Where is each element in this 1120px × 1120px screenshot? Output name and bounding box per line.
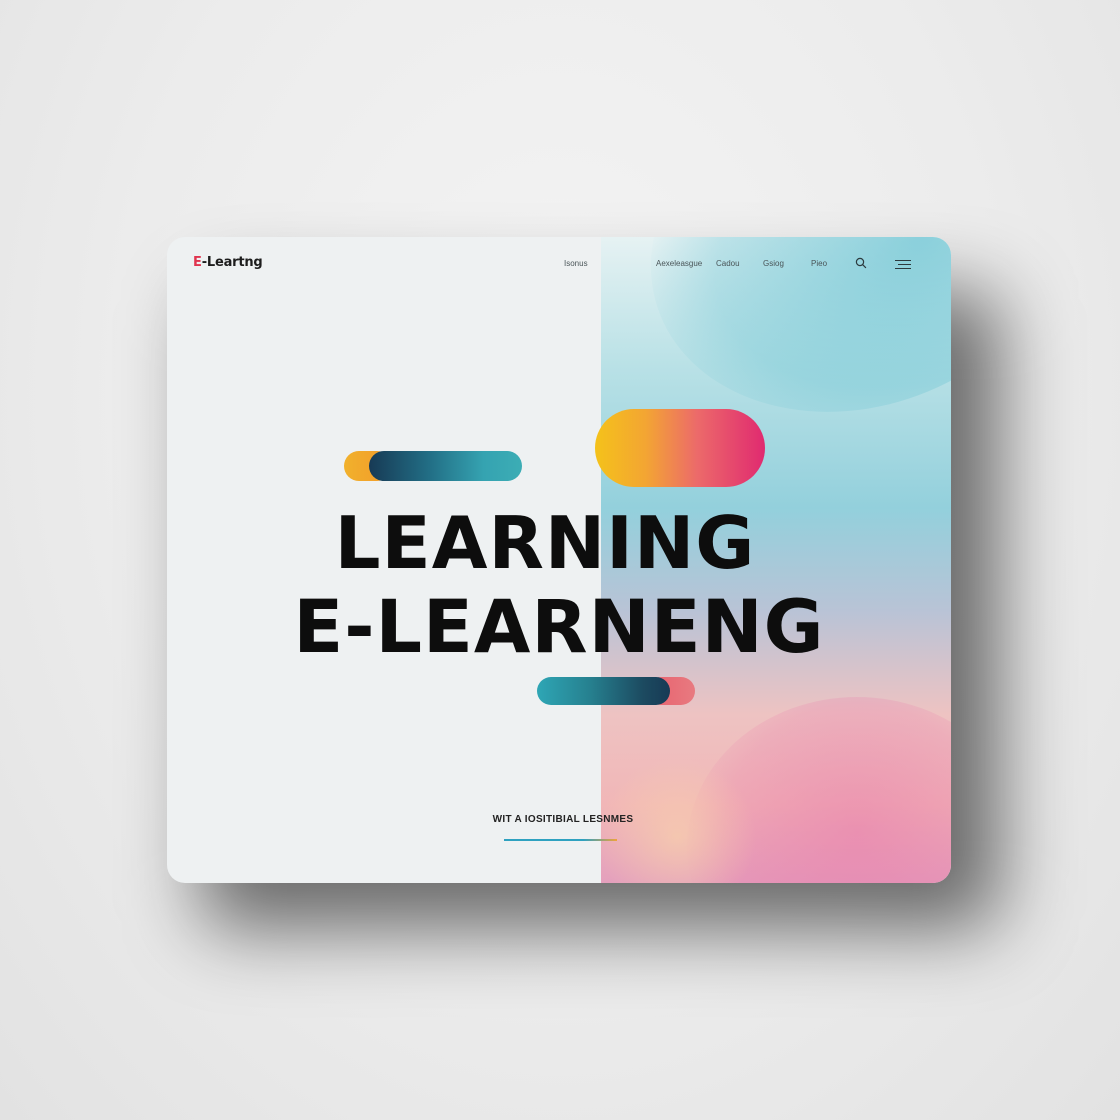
nav-item-5[interactable]: Pieo: [811, 259, 827, 268]
nav-item-3[interactable]: Cadou: [716, 259, 740, 268]
decorative-pill-left: [344, 451, 522, 481]
pill-left-teal: [369, 451, 522, 481]
nav-item-4[interactable]: Gsiog: [763, 259, 784, 268]
pill-bottom-teal: [537, 677, 670, 705]
logo-text: -Leartng: [201, 255, 263, 270]
hero-heading-line2: E-LEARNENG: [293, 585, 825, 670]
hero-tagline: WIT A IOSITIBIAL LESNMES: [492, 814, 634, 825]
hero-heading-line1: LEARNING: [334, 501, 756, 585]
nav-item-1[interactable]: Isonus: [564, 259, 588, 268]
logo-mark: E: [193, 255, 202, 270]
decorative-pill-large: [595, 409, 765, 487]
tagline-underline: [504, 839, 617, 841]
hamburger-menu-icon[interactable]: [894, 257, 912, 275]
nav-item-2[interactable]: Aexeleasgue: [656, 259, 702, 268]
site-logo[interactable]: E-Leartng: [193, 255, 263, 270]
search-icon[interactable]: [855, 256, 867, 274]
decorative-pill-bottom: [537, 677, 695, 705]
website-mockup-card: E-Leartng Isonus Aexeleasgue Cadou Gsiog…: [167, 237, 951, 883]
